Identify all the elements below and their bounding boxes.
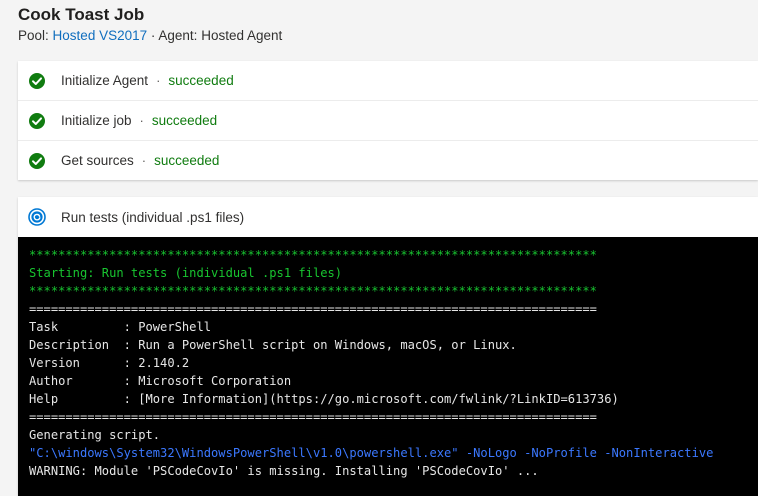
console-line: WARNING: Module 'PSCodeCovIo' is missing… xyxy=(29,464,539,478)
step-separator: · xyxy=(156,73,161,88)
job-title: Cook Toast Job xyxy=(18,5,145,24)
console-line: Version : 2.140.2 xyxy=(29,356,190,370)
step-name: Initialize Agent xyxy=(61,73,149,88)
step-name: Run tests (individual .ps1 files) xyxy=(61,209,245,225)
job-subline: Pool: Hosted VS2017 · Agent: Hosted Agen… xyxy=(18,28,282,43)
step-initialize-agent[interactable]: Initialize Agent · succeeded xyxy=(18,61,758,101)
step-run-tests[interactable]: Run tests (individual .ps1 files) xyxy=(18,197,758,237)
console-line: Description : Run a PowerShell script on… xyxy=(29,338,517,352)
console-output[interactable]: ****************************************… xyxy=(18,237,758,496)
console-line: ========================================… xyxy=(29,302,597,316)
check-circle-icon xyxy=(29,152,45,169)
step-name: Initialize job xyxy=(61,113,132,128)
agent-value: Hosted Agent xyxy=(201,28,283,43)
check-circle-icon xyxy=(29,72,45,89)
console-line: Author : Microsoft Corporation xyxy=(29,374,292,388)
console-line: Help : [More Information](https://go.mic… xyxy=(29,392,619,406)
in-progress-icon xyxy=(28,208,46,226)
step-separator: · xyxy=(139,113,144,128)
subline-separator: · xyxy=(150,28,156,43)
step-status: succeeded xyxy=(168,73,234,88)
console-line: "C:\windows\System32\WindowsPowerShell\v… xyxy=(29,446,714,460)
step-separator: · xyxy=(141,153,147,168)
console-line: ========================================… xyxy=(29,410,597,424)
steps-list: Initialize Agent · succeeded Initialize … xyxy=(18,61,758,180)
step-name: Get sources xyxy=(61,153,134,168)
console-line: ****************************************… xyxy=(29,284,597,298)
running-step-panel: Run tests (individual .ps1 files) ******… xyxy=(18,197,758,496)
step-initialize-job[interactable]: Initialize job · succeeded xyxy=(18,101,758,141)
step-status: succeeded xyxy=(151,113,218,128)
console-line: Task : PowerShell xyxy=(29,320,212,334)
console-line: Starting: Run tests (individual .ps1 fil… xyxy=(29,266,343,280)
step-get-sources[interactable]: Get sources · succeeded xyxy=(18,141,758,180)
step-status: succeeded xyxy=(154,153,220,168)
console-line: Generating script. xyxy=(29,428,161,442)
agent-label: Agent: xyxy=(158,28,198,43)
pool-link[interactable]: Hosted VS2017 xyxy=(53,28,148,43)
pool-label: Pool: xyxy=(18,28,49,43)
console-line: ****************************************… xyxy=(29,248,597,262)
check-circle-icon xyxy=(29,112,45,129)
job-header: Cook Toast Job Pool: Hosted VS2017 · Age… xyxy=(18,4,282,43)
